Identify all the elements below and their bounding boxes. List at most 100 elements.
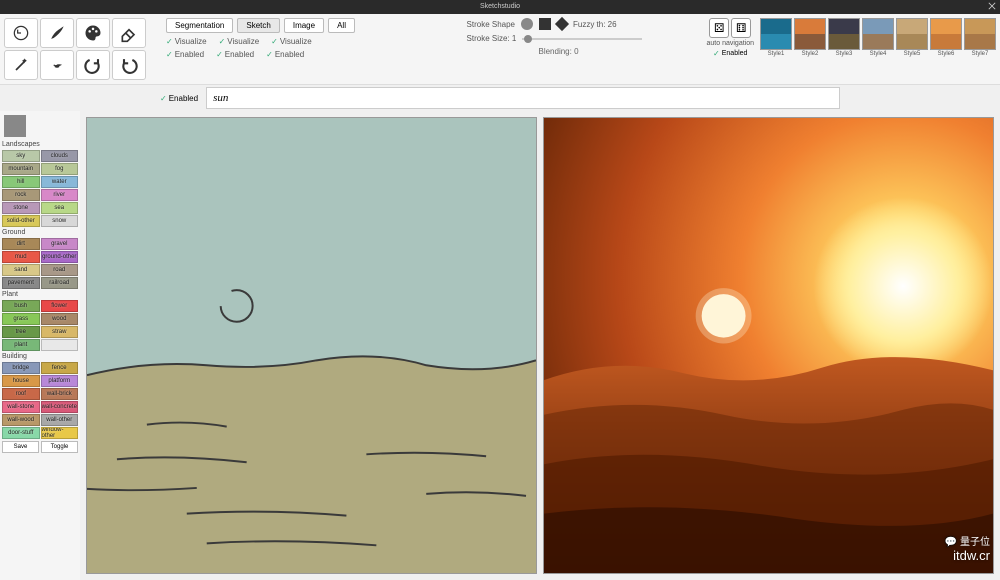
seg-image-button[interactable]: Image (284, 18, 324, 33)
swatch-rock[interactable]: rock (2, 189, 40, 201)
swatch-snow[interactable]: snow (41, 215, 79, 227)
stroke-size-slider[interactable] (522, 38, 642, 40)
undo2-tool[interactable] (112, 50, 146, 80)
swatch-door-stuff[interactable]: door-stuff (2, 427, 40, 439)
autonav-enabled-check[interactable]: Enabled (713, 49, 747, 58)
palette-save-button[interactable]: Save (2, 441, 39, 453)
swatch-dirt[interactable]: dirt (2, 238, 40, 250)
style-thumb-3[interactable]: Style3 (828, 18, 860, 57)
visualize-check-2[interactable]: Visualize (219, 37, 260, 46)
enabled-check-2[interactable]: Enabled (216, 50, 254, 59)
swatch-wall-stone[interactable]: wall-stone (2, 401, 40, 413)
visualize-check-3[interactable]: Visualize (271, 37, 312, 46)
tool-icons (0, 14, 158, 84)
style-thumb-2[interactable]: Style2 (794, 18, 826, 57)
stroke-shape-label: Stroke Shape (467, 20, 515, 29)
sketch-canvas[interactable] (86, 117, 537, 574)
blending-label: Blending: 0 (467, 47, 699, 56)
segmentation-button[interactable]: Segmentation (166, 18, 233, 33)
swatch-fog[interactable]: fog (41, 163, 79, 175)
swatch-wood[interactable]: wood (41, 313, 79, 325)
result-canvas (543, 117, 994, 574)
style-thumb-6[interactable]: Style6 (930, 18, 962, 57)
swatch-bridge[interactable]: bridge (2, 362, 40, 374)
swatch-hill[interactable]: hill (2, 176, 40, 188)
swatch-tree[interactable]: tree (2, 326, 40, 338)
seg-all-button[interactable]: All (328, 18, 355, 33)
swatch-plant[interactable]: plant (2, 339, 40, 351)
enabled-check-3[interactable]: Enabled (266, 50, 304, 59)
style-thumbnails: Style1Style2Style3Style4Style5Style6Styl… (760, 18, 996, 57)
brush-tool[interactable] (40, 18, 74, 48)
stroke-controls: Stroke Shape Fuzzy th: 26 Stroke Size: 1… (463, 14, 703, 84)
swatch-sand[interactable]: sand (2, 264, 40, 276)
swatch-wall-other[interactable]: wall-other (41, 414, 79, 426)
swatch-sky[interactable]: sky (2, 150, 40, 162)
swatch-window-other[interactable]: window-other (41, 427, 79, 439)
auto-nav-label[interactable]: auto navigation (707, 40, 754, 47)
style-thumb-4[interactable]: Style4 (862, 18, 894, 57)
input-enabled-check[interactable]: Enabled (160, 94, 198, 103)
swatch-roof[interactable]: roof (2, 388, 40, 400)
main-toolbar: Segmentation Sketch Image All Visualize … (0, 14, 1000, 85)
swatch-solid-other[interactable]: solid-other (2, 215, 40, 227)
swatch-bush[interactable]: bush (2, 300, 40, 312)
swatch-wall-concrete[interactable]: wall-concrete (41, 401, 79, 413)
swatch-grass[interactable]: grass (2, 313, 40, 325)
swatch-house[interactable]: house (2, 375, 40, 387)
wand-tool[interactable] (4, 50, 38, 80)
swatch-wall-brick[interactable]: wall-brick (41, 388, 79, 400)
enabled-check-1[interactable]: Enabled (166, 50, 204, 59)
shape-circle-icon[interactable] (521, 18, 533, 30)
swatch-flower[interactable]: flower (41, 300, 79, 312)
fuzzy-label: Fuzzy th: 26 (573, 20, 617, 29)
swatch-wall-wood[interactable]: wall-wood (2, 414, 40, 426)
window-title: Sketchstudio (480, 3, 520, 10)
input-row: Enabled (0, 85, 1000, 111)
redo-tool[interactable] (76, 50, 110, 80)
watermark: 💬 量子位 itdw.cr (945, 533, 990, 563)
swatch-stone[interactable]: stone (2, 202, 40, 214)
swatch-clouds[interactable]: clouds (41, 150, 79, 162)
palette-section-header: Landscapes (2, 139, 78, 150)
swatch-platform[interactable]: platform (41, 375, 79, 387)
style-thumb-7[interactable]: Style7 (964, 18, 996, 57)
main-area: Landscapesskycloudsmountainfoghillwaterr… (0, 111, 1000, 580)
swatch-pavement[interactable]: pavement (2, 277, 40, 289)
palette-section-header: Plant (2, 289, 78, 300)
style-thumb-1[interactable]: Style1 (760, 18, 792, 57)
palette-toggle-button[interactable]: Toggle (41, 441, 78, 453)
eraser-tool[interactable] (112, 18, 146, 48)
titlebar: Sketchstudio (0, 0, 1000, 14)
swatch-fence[interactable]: fence (41, 362, 79, 374)
swatch-mud[interactable]: mud (2, 251, 40, 263)
swatch-straw[interactable]: straw (41, 326, 79, 338)
swatch-mountain[interactable]: mountain (2, 163, 40, 175)
current-color-preview (4, 115, 26, 137)
swatch-road[interactable]: road (41, 264, 79, 276)
seg-sketch-button[interactable]: Sketch (237, 18, 279, 33)
undo-tool[interactable] (4, 18, 38, 48)
style-thumb-5[interactable]: Style5 (896, 18, 928, 57)
palette-section-header: Building (2, 351, 78, 362)
palette-sidebar: Landscapesskycloudsmountainfoghillwaterr… (0, 111, 80, 580)
visualize-check-1[interactable]: Visualize (166, 37, 207, 46)
stroke-size-label: Stroke Size: 1 (467, 34, 517, 43)
swatch-empty[interactable] (41, 339, 79, 351)
swatch-ground-other[interactable]: ground-other (41, 251, 79, 263)
swatch-railroad[interactable]: railroad (41, 277, 79, 289)
shape-square-icon[interactable] (539, 18, 551, 30)
close-icon[interactable] (988, 2, 996, 10)
palette-section-header: Ground (2, 227, 78, 238)
swatch-river[interactable]: river (41, 189, 79, 201)
dice-1-icon[interactable]: ⚄ (709, 18, 729, 38)
swatch-gravel[interactable]: gravel (41, 238, 79, 250)
swatch-water[interactable]: water (41, 176, 79, 188)
shape-diamond-icon[interactable] (555, 17, 569, 31)
spiral-tool[interactable] (40, 50, 74, 80)
prompt-input[interactable] (206, 87, 840, 109)
canvas-area (80, 111, 1000, 580)
dice-2-icon[interactable]: ⚅ (731, 18, 751, 38)
swatch-sea[interactable]: sea (41, 202, 79, 214)
palette-tool[interactable] (76, 18, 110, 48)
